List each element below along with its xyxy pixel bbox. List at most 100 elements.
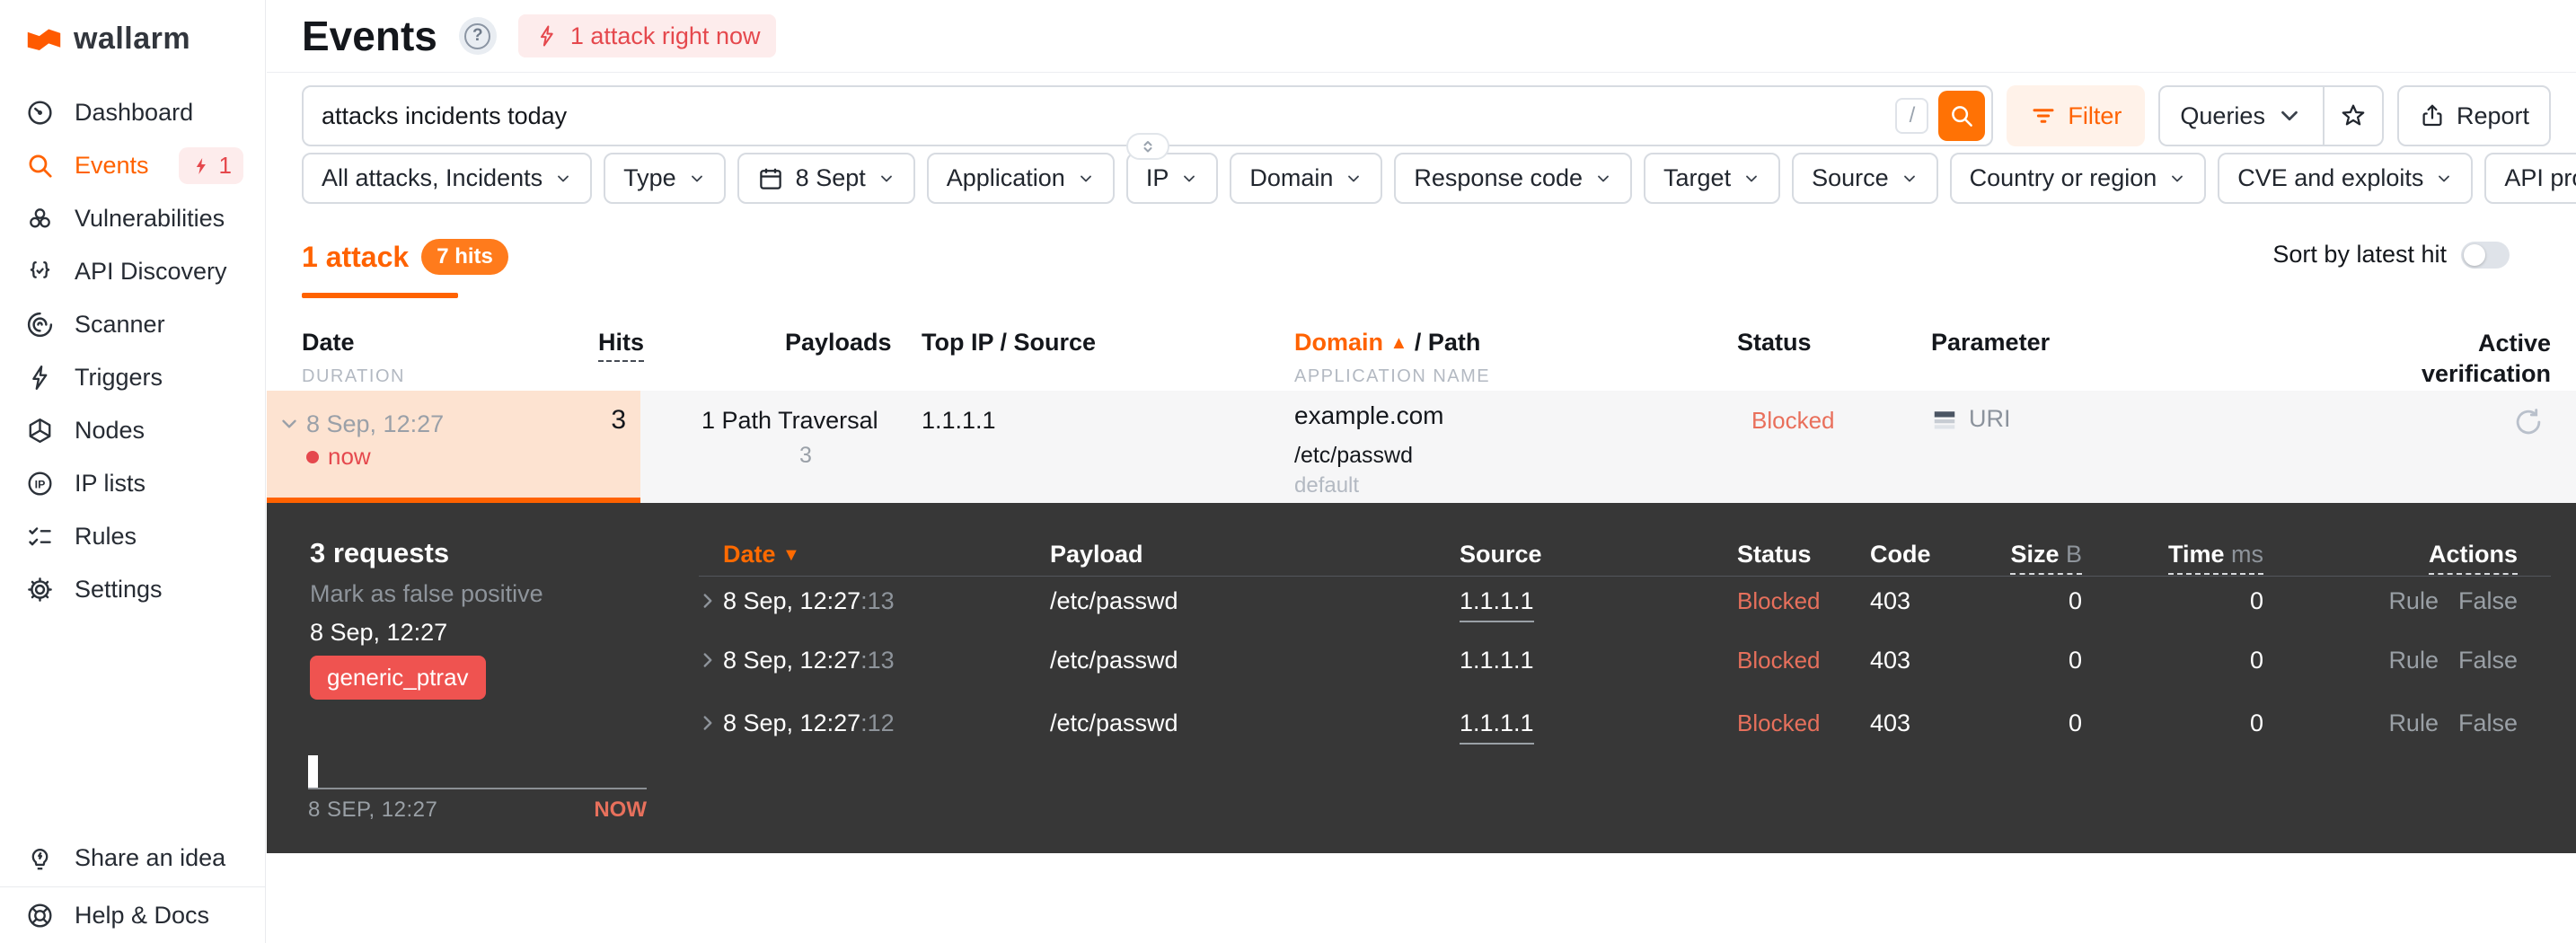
sidebar-item-share-an-idea[interactable]: Share an idea bbox=[0, 830, 265, 886]
attack-status: Blocked bbox=[1751, 407, 1835, 434]
false-action[interactable]: False bbox=[2458, 709, 2518, 737]
queries-button[interactable]: Queries bbox=[2158, 85, 2323, 146]
filter-chip-application[interactable]: Application bbox=[926, 153, 1115, 204]
sidebar-item-settings[interactable]: Settings bbox=[0, 563, 265, 616]
gear-icon bbox=[25, 575, 55, 604]
favorite-button[interactable] bbox=[2322, 85, 2384, 146]
filter-chip-domain[interactable]: Domain bbox=[1230, 153, 1383, 204]
rule-action[interactable]: Rule bbox=[2388, 647, 2439, 674]
request-size: 0 bbox=[2068, 709, 2082, 736]
results-tabs-row: 1 attack 7 hits Sort by latest hit bbox=[302, 235, 2551, 300]
sidebar-item-events[interactable]: Events 1 bbox=[0, 139, 265, 192]
updown-chevrons-icon bbox=[1137, 136, 1159, 157]
sidebar-footer: Share an idea Help & Docs bbox=[0, 830, 265, 943]
search-button[interactable] bbox=[1938, 91, 1986, 141]
biohazard-icon bbox=[25, 204, 55, 234]
report-button[interactable]: Report bbox=[2396, 85, 2551, 146]
ip-icon bbox=[25, 469, 55, 498]
expand-request-icon[interactable] bbox=[696, 589, 719, 613]
rule-action[interactable]: Rule bbox=[2388, 587, 2439, 615]
filter-chip-api-protocols[interactable]: API protocols bbox=[2484, 153, 2576, 204]
false-action[interactable]: False bbox=[2458, 647, 2518, 674]
sidebar-item-api-discovery[interactable]: API Discovery bbox=[0, 245, 265, 298]
help-icon[interactable]: ? bbox=[458, 17, 497, 55]
timeline-axis bbox=[308, 788, 647, 789]
attack-parameter: URI bbox=[1931, 405, 2011, 433]
wallarm-logo-text: wallarm bbox=[74, 21, 191, 56]
sidebar-item-nodes[interactable]: Nodes bbox=[0, 404, 265, 457]
lightning-icon bbox=[534, 23, 560, 48]
expand-request-icon[interactable] bbox=[696, 711, 719, 735]
queries-group: Queries bbox=[2158, 85, 2384, 146]
chevron-down-icon bbox=[554, 170, 572, 188]
magnifier-icon bbox=[25, 151, 55, 181]
chevron-down-icon bbox=[878, 170, 895, 188]
request-row[interactable]: 8 Sep, 12:27:13 /etc/passwd 1.1.1.1 Bloc… bbox=[267, 647, 2576, 692]
sidebar-item-dashboard[interactable]: Dashboard bbox=[0, 86, 265, 139]
filter-chip-cve-and-exploits[interactable]: CVE and exploits bbox=[2218, 153, 2474, 204]
rule-action[interactable]: Rule bbox=[2388, 709, 2439, 737]
bolt-icon bbox=[25, 363, 55, 392]
req-column-date[interactable]: Date ▼ bbox=[723, 541, 800, 568]
wallarm-logo[interactable]: wallarm bbox=[23, 18, 190, 59]
sort-toggle[interactable] bbox=[2461, 241, 2510, 269]
filter-chip-response-code[interactable]: Response code bbox=[1394, 153, 1633, 204]
filter-chip-type[interactable]: Type bbox=[604, 153, 726, 204]
filter-button[interactable]: Filter bbox=[2007, 85, 2146, 146]
hexnodes-icon bbox=[25, 416, 55, 445]
filter-chip-all-attacks-incidents[interactable]: All attacks, Incidents bbox=[302, 153, 593, 204]
sidebar: wallarm Dashboard Events 1 Vulnerabiliti… bbox=[0, 0, 266, 943]
column-hits[interactable]: Hits bbox=[598, 329, 645, 362]
request-source-link[interactable]: 1.1.1.1 bbox=[1460, 587, 1534, 622]
column-domain-path[interactable]: Domain ▲ / Path bbox=[1294, 329, 1480, 357]
page-header: Events ? 1 attack right now bbox=[267, 0, 2576, 73]
lightning-icon bbox=[190, 155, 212, 177]
request-row[interactable]: 8 Sep, 12:27:13 /etc/passwd 1.1.1.1 Bloc… bbox=[267, 587, 2576, 632]
attack-row[interactable]: 8 Sep, 12:27 now 3 1 Path Traversal 3 1.… bbox=[267, 391, 2576, 503]
sidebar-item-help-docs[interactable]: Help & Docs bbox=[0, 886, 265, 943]
active-verification-icon[interactable] bbox=[2511, 405, 2545, 439]
sidebar-item-ip-lists[interactable]: IP lists bbox=[0, 457, 265, 510]
request-size: 0 bbox=[2068, 587, 2082, 614]
attack-application: default bbox=[1294, 473, 1360, 498]
request-size: 0 bbox=[2068, 647, 2082, 674]
request-source-link[interactable]: 1.1.1.1 bbox=[1460, 709, 1534, 745]
request-row[interactable]: 8 Sep, 12:27:12 /etc/passwd 1.1.1.1 Bloc… bbox=[267, 709, 2576, 754]
sort-by-latest-hit: Sort by latest hit bbox=[2272, 241, 2510, 269]
false-action[interactable]: False bbox=[2458, 587, 2518, 615]
sidebar-item-scanner[interactable]: Scanner bbox=[0, 298, 265, 351]
column-date: Date bbox=[302, 329, 355, 356]
attack-payload-count: 3 bbox=[799, 443, 812, 468]
attack-duration: now bbox=[306, 443, 371, 471]
sidebar-item-rules[interactable]: Rules bbox=[0, 510, 265, 563]
request-payload: /etc/passwd bbox=[1050, 709, 1178, 736]
filter-chip-source[interactable]: Source bbox=[1792, 153, 1938, 204]
request-actions: Rule False bbox=[2388, 709, 2518, 737]
filter-chip-ip[interactable]: IP bbox=[1125, 153, 1219, 204]
sidebar-item-vulnerabilities[interactable]: Vulnerabilities bbox=[0, 192, 265, 245]
req-column-actions[interactable]: Actions bbox=[2428, 541, 2518, 575]
request-date: 8 Sep, 12:27:12 bbox=[723, 709, 895, 736]
expand-request-icon[interactable] bbox=[696, 648, 719, 672]
filter-chip-target[interactable]: Target bbox=[1644, 153, 1781, 204]
attack-domain: example.com bbox=[1294, 401, 1444, 429]
attack-alert-badge[interactable]: 1 attack right now bbox=[517, 14, 777, 57]
wallarm-app: wallarm Dashboard Events 1 Vulnerabiliti… bbox=[0, 0, 2576, 943]
filter-chip-country-or-region[interactable]: Country or region bbox=[1949, 153, 2207, 204]
req-column-time[interactable]: Time ms bbox=[2167, 541, 2263, 575]
column-payloads: Payloads bbox=[785, 329, 892, 356]
chevron-down-icon bbox=[1742, 170, 1760, 188]
toggle-knob bbox=[2464, 243, 2485, 266]
request-seconds: :13 bbox=[860, 647, 895, 674]
filter-chip-8-sept[interactable]: 8 Sept bbox=[737, 153, 915, 204]
chevron-down-icon bbox=[2276, 102, 2303, 129]
sidebar-item-triggers[interactable]: Triggers bbox=[0, 351, 265, 404]
events-count-badge: 1 bbox=[178, 147, 243, 184]
search-expand-handle[interactable] bbox=[1125, 133, 1169, 160]
req-column-size[interactable]: Size B bbox=[2010, 541, 2082, 575]
timeline-now-label: NOW bbox=[594, 798, 647, 822]
request-payload: /etc/passwd bbox=[1050, 587, 1178, 614]
star-icon bbox=[2339, 101, 2368, 130]
request-source-link[interactable]: 1.1.1.1 bbox=[1460, 647, 1534, 674]
attacks-tab[interactable]: 1 attack 7 hits bbox=[302, 239, 508, 275]
